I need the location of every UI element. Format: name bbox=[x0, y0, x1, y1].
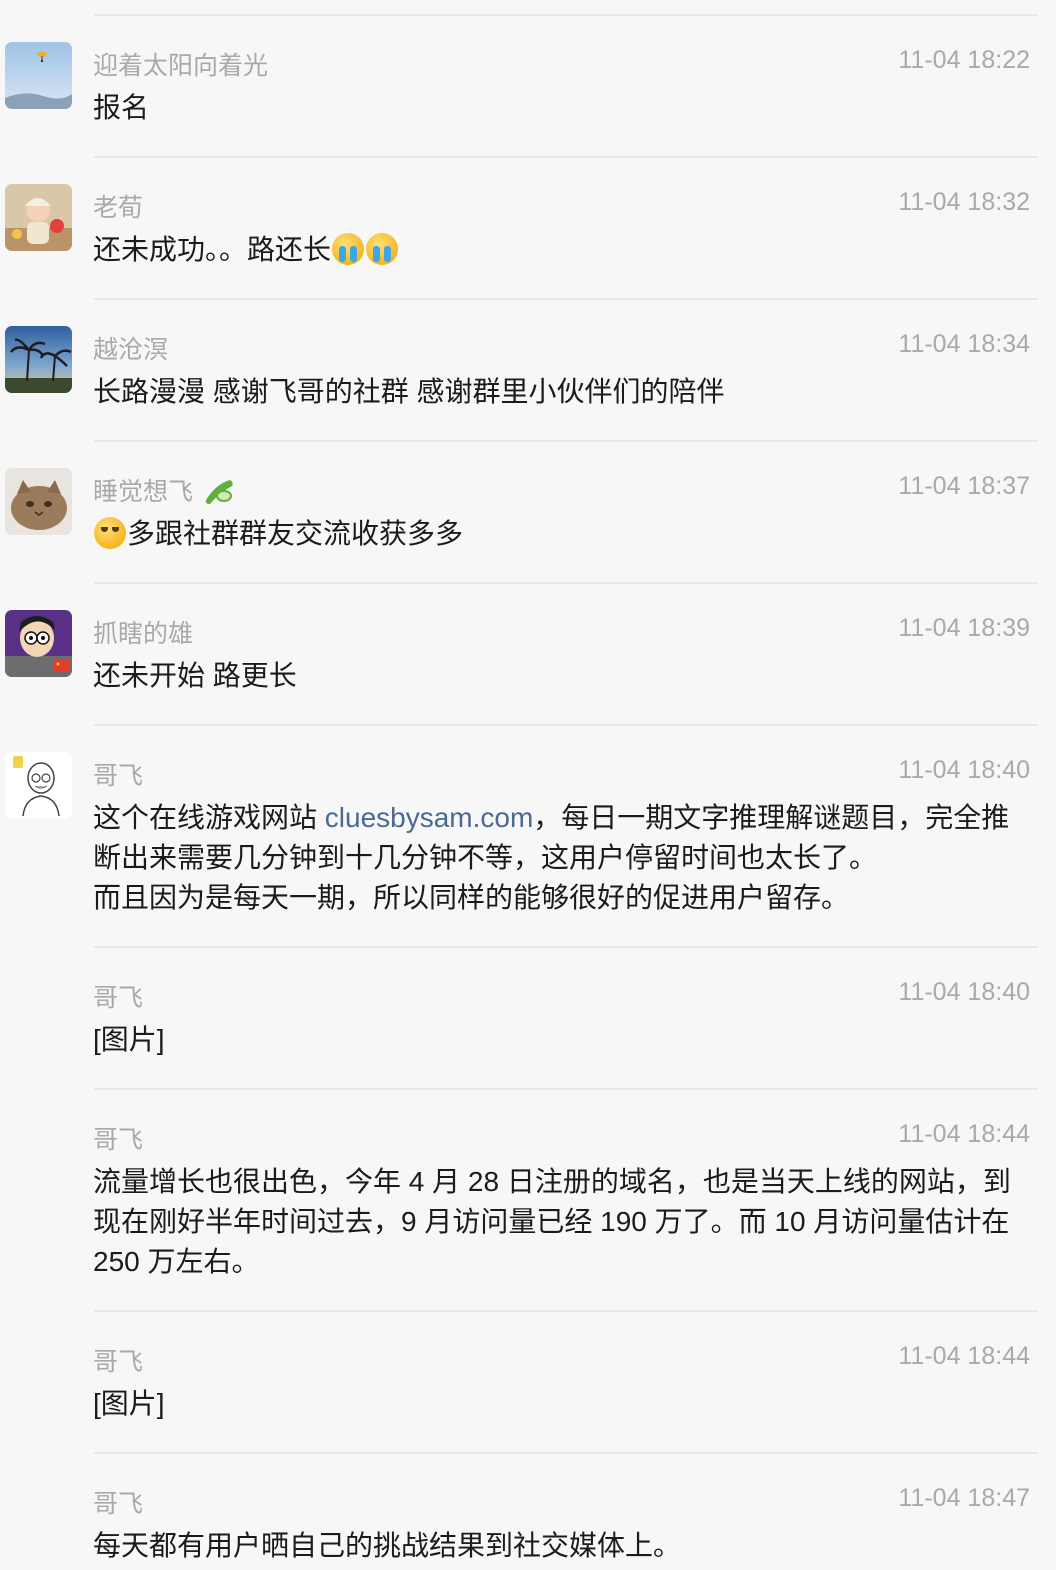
cucumber-icon bbox=[205, 480, 233, 504]
avatar[interactable] bbox=[5, 326, 72, 393]
divider bbox=[94, 1452, 1038, 1454]
sender-name[interactable]: 老荀 bbox=[93, 188, 143, 224]
message-time: 11-04 18:44 bbox=[898, 1120, 1030, 1148]
avatar[interactable] bbox=[5, 184, 72, 251]
cat-avatar bbox=[5, 468, 72, 535]
sender-name[interactable]: 迎着太阳向着光 bbox=[93, 46, 268, 82]
message-time: 11-04 18:44 bbox=[898, 1342, 1030, 1370]
thinking-face-emoji bbox=[94, 517, 126, 549]
palm-tree-avatar bbox=[5, 326, 72, 393]
divider bbox=[94, 1088, 1038, 1090]
message-text: 还未成功。。路还长 bbox=[93, 230, 1030, 270]
cartoon-character-avatar bbox=[5, 610, 72, 677]
image-placeholder[interactable]: [图片] bbox=[93, 1020, 1030, 1060]
website-link[interactable]: cluesbysam.com bbox=[325, 802, 534, 833]
message-time: 11-04 18:40 bbox=[898, 756, 1030, 784]
divider bbox=[94, 946, 1038, 948]
message-text: 流量增长也很出色，今年 4 月 28 日注册的域名，也是当天上线的网站，到现在刚… bbox=[93, 1166, 1011, 1277]
divider bbox=[94, 582, 1038, 584]
message-time: 11-04 18:40 bbox=[898, 978, 1030, 1006]
crying-face-emoji bbox=[366, 233, 399, 265]
message-text: 长路漫漫 感谢飞哥的社群 感谢群里小伙伴们的陪伴 bbox=[93, 376, 725, 407]
sender-name[interactable]: 哥飞 bbox=[93, 1120, 143, 1156]
divider bbox=[94, 1310, 1038, 1312]
crying-face-emoji bbox=[332, 233, 365, 265]
message-time: 11-04 18:37 bbox=[898, 472, 1030, 500]
sender-name[interactable]: 睡觉想飞 bbox=[93, 472, 236, 508]
message-time: 11-04 18:34 bbox=[898, 330, 1030, 358]
sender-name[interactable]: 抓瞎的雄 bbox=[93, 614, 193, 650]
sender-name[interactable]: 哥飞 bbox=[93, 756, 143, 792]
message-text: 这个在线游戏网站 cluesbysam.com，每日一期文字推理解谜题目，完全推… bbox=[93, 798, 1030, 918]
avatar[interactable] bbox=[5, 468, 72, 535]
message-text: 每天都有用户晒自己的挑战结果到社交媒体上。 bbox=[93, 1530, 682, 1561]
message-text: 多跟社群群友交流收获多多 bbox=[93, 514, 1030, 554]
message-text: 还未开始 路更长 bbox=[93, 660, 297, 691]
child-photo-avatar bbox=[5, 184, 72, 251]
divider bbox=[94, 156, 1038, 158]
parachute-sky-avatar bbox=[5, 42, 72, 109]
divider bbox=[94, 724, 1038, 726]
divider bbox=[94, 14, 1038, 16]
message-time: 11-04 18:22 bbox=[898, 46, 1030, 74]
chat-message-list: 迎着太阳向着光 11-04 18:22 报名 老荀 11-04 18:32 还未… bbox=[0, 0, 1056, 1570]
message-text-body: 还未成功。。路还长 bbox=[93, 234, 332, 265]
message-time: 11-04 18:39 bbox=[898, 614, 1030, 642]
message-text: 报名 bbox=[93, 92, 150, 123]
message-time: 11-04 18:32 bbox=[898, 188, 1030, 216]
divider bbox=[94, 440, 1038, 442]
sender-name-text: 睡觉想飞 bbox=[93, 478, 194, 506]
message-text-body: 多跟社群群友交流收获多多 bbox=[127, 518, 464, 549]
message-time: 11-04 18:47 bbox=[898, 1484, 1030, 1512]
sender-name[interactable]: 越沧溟 bbox=[93, 330, 168, 366]
sender-name[interactable]: 哥飞 bbox=[93, 978, 143, 1014]
avatar[interactable] bbox=[5, 610, 72, 677]
bald-man-sketch-avatar bbox=[5, 752, 72, 819]
message-text-body: 这个在线游戏网站 bbox=[93, 802, 325, 833]
avatar[interactable] bbox=[5, 752, 72, 819]
sender-name[interactable]: 哥飞 bbox=[93, 1342, 143, 1378]
avatar[interactable] bbox=[5, 42, 72, 109]
sender-name[interactable]: 哥飞 bbox=[93, 1484, 143, 1520]
message-text-body: 而且因为是每天一期，所以同样的能够很好的促进用户留存。 bbox=[93, 882, 850, 913]
image-placeholder[interactable]: [图片] bbox=[93, 1384, 1030, 1424]
divider bbox=[94, 298, 1038, 300]
